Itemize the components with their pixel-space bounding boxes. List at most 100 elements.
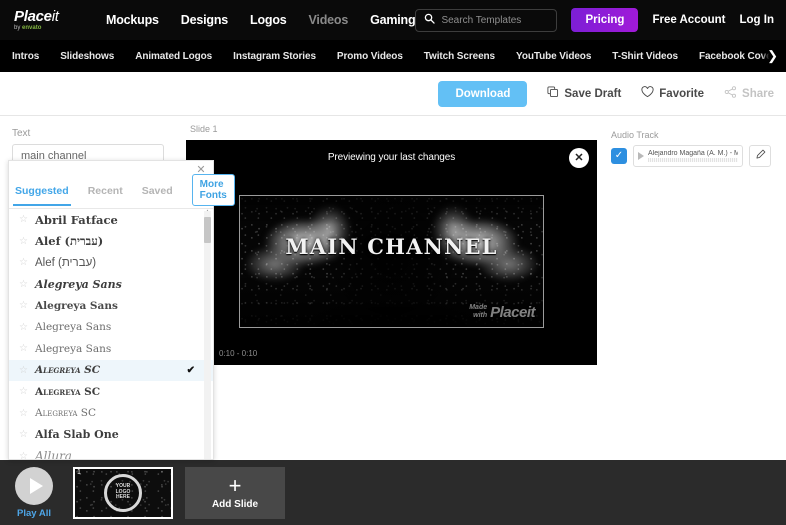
category-youtube-videos[interactable]: YouTube Videos (516, 51, 591, 62)
font-list-item[interactable]: ☆Allura (9, 446, 213, 460)
text-field-label: Text (12, 128, 186, 139)
share-button[interactable]: Share (724, 86, 774, 101)
share-label: Share (742, 88, 774, 100)
font-name-label: Alegreya Sans (35, 321, 111, 333)
audio-waveform (648, 158, 738, 162)
star-outline-icon[interactable]: ☆ (19, 451, 35, 459)
font-name-label: Alegreya SC (35, 386, 100, 398)
font-name-label: Alegreya Sans (35, 278, 122, 291)
video-canvas[interactable]: MAIN CHANNEL Made with Placeit (239, 195, 544, 328)
nav-item-mockups[interactable]: Mockups (106, 13, 159, 27)
category-intros[interactable]: Intros (12, 51, 39, 62)
edit-audio-button[interactable] (749, 145, 771, 167)
star-outline-icon[interactable]: ☆ (19, 408, 35, 419)
slide-timeline: Play All 1 YOUR LOGO HERE + Add Slide (0, 460, 786, 525)
pricing-button[interactable]: Pricing (571, 8, 638, 32)
more-fonts-button[interactable]: More Fonts (192, 174, 235, 206)
editor-toolbar: Download Save Draft Favorite Share (0, 72, 786, 116)
play-icon[interactable] (638, 152, 644, 160)
video-headline: MAIN CHANNEL (240, 234, 543, 259)
audio-track-label: Audio Track (611, 130, 786, 140)
category-tshirt-videos[interactable]: T-Shirt Videos (612, 51, 678, 62)
add-slide-button[interactable]: + Add Slide (185, 467, 285, 519)
font-list-item[interactable]: ☆Alegreya Sans (9, 338, 213, 360)
logo-byline: by envato (14, 25, 88, 31)
font-name-label: Abril Fatface (35, 213, 118, 227)
close-icon[interactable]: ✕ (569, 148, 589, 168)
watermark-made: Made (469, 304, 487, 311)
font-name-label: Alef (עברית) (35, 257, 96, 269)
font-list-item[interactable]: ☆Alfa Slab One (9, 424, 213, 446)
star-outline-icon[interactable]: ☆ (19, 429, 35, 440)
play-all-button[interactable]: Play All (5, 467, 63, 519)
placeit-logo[interactable]: Placeit by envato (14, 9, 88, 31)
audio-track-meta: Alejandro Magaña (A. M.) - Min... (648, 150, 738, 162)
save-draft-button[interactable]: Save Draft (547, 86, 621, 101)
favorite-button[interactable]: Favorite (641, 86, 704, 101)
audio-enabled-checkbox[interactable]: ✓ (611, 148, 627, 164)
star-outline-icon[interactable]: ☆ (19, 257, 35, 268)
font-name-label: Alegreya SC (35, 364, 100, 376)
font-list-scrollbar-thumb[interactable] (204, 217, 211, 243)
thumb-logo-placeholder: YOUR LOGO HERE (104, 474, 142, 512)
nav-item-gaming[interactable]: Gaming (370, 13, 415, 27)
nav-item-logos[interactable]: Logos (250, 13, 287, 27)
nav-item-videos[interactable]: Videos (309, 13, 349, 27)
star-outline-icon[interactable]: ☆ (19, 386, 35, 397)
star-outline-icon[interactable]: ☆ (19, 214, 35, 225)
font-list-item[interactable]: ☆Alegreya Sans (9, 274, 213, 296)
slide-thumbnail-1[interactable]: 1 YOUR LOGO HERE (73, 467, 173, 519)
font-name-label: Allura (35, 449, 72, 459)
category-promo-videos[interactable]: Promo Videos (337, 51, 403, 62)
search-box[interactable] (415, 9, 557, 32)
font-list-scrollbar-track[interactable] (204, 211, 211, 459)
category-instagram-stories[interactable]: Instagram Stories (233, 51, 316, 62)
font-list-item[interactable]: ☆Alef (עברית) (9, 252, 213, 274)
category-nav: Intros Slideshows Animated Logos Instagr… (0, 40, 786, 72)
star-outline-icon[interactable]: ☆ (19, 322, 35, 333)
watermark-with: with (469, 312, 487, 319)
font-picker-panel: ✕ Suggested Recent Saved More Fonts ☆Abr… (8, 160, 214, 460)
primary-nav: Mockups Designs Logos Videos Gaming (106, 13, 415, 27)
thumb-text-line3: HERE (116, 495, 130, 501)
star-outline-icon[interactable]: ☆ (19, 279, 35, 290)
font-list-item[interactable]: ☆Alegreya SC (9, 381, 213, 403)
placeit-watermark: Made with Placeit (469, 304, 535, 321)
tab-recent[interactable]: Recent (88, 185, 123, 206)
font-list[interactable]: ☆Abril Fatface☆Alef (עברית)☆Alef (עברית)… (9, 209, 213, 459)
tab-saved[interactable]: Saved (142, 185, 173, 206)
font-list-item[interactable]: ☆Alegreya Sans (9, 317, 213, 339)
header-actions: Pricing Free Account Log In (415, 8, 774, 32)
check-icon: ✔ (187, 365, 195, 376)
slide-number: 1 (77, 469, 81, 476)
category-twitch-screens[interactable]: Twitch Screens (424, 51, 495, 62)
audio-panel: Audio Track ✓ Alejandro Magaña (A. M.) -… (597, 116, 786, 465)
star-outline-icon[interactable]: ☆ (19, 300, 35, 311)
font-list-item[interactable]: ☆Alef (עברית) (9, 231, 213, 253)
plus-icon: + (229, 476, 242, 496)
nav-item-designs[interactable]: Designs (181, 13, 228, 27)
font-name-label: Alegreya SC (35, 407, 96, 419)
category-animated-logos[interactable]: Animated Logos (135, 51, 212, 62)
free-account-link[interactable]: Free Account (652, 14, 725, 26)
font-list-item[interactable]: ☆Alegreya Sans (9, 295, 213, 317)
star-outline-icon[interactable]: ☆ (19, 365, 35, 376)
download-button[interactable]: Download (438, 81, 527, 107)
font-picker-tabs: Suggested Recent Saved More Fonts (9, 175, 213, 209)
font-list-item[interactable]: ☆Abril Fatface (9, 209, 213, 231)
play-icon (15, 467, 53, 505)
audio-track-item[interactable]: Alejandro Magaña (A. M.) - Min... (633, 145, 743, 167)
login-link[interactable]: Log In (740, 14, 775, 26)
search-input[interactable] (441, 15, 548, 26)
font-name-label: Alegreya Sans (35, 300, 118, 312)
share-icon (724, 86, 737, 101)
save-draft-label: Save Draft (564, 88, 621, 100)
tab-suggested[interactable]: Suggested (15, 185, 69, 206)
font-list-item[interactable]: ☆Alegreya SC (9, 403, 213, 425)
chevron-right-icon[interactable]: ❯ (761, 40, 782, 72)
font-name-label: Alef (עברית) (35, 234, 103, 248)
star-outline-icon[interactable]: ☆ (19, 236, 35, 247)
font-list-item[interactable]: ☆Alegreya SC ✔ (9, 360, 213, 382)
star-outline-icon[interactable]: ☆ (19, 343, 35, 354)
category-slideshows[interactable]: Slideshows (60, 51, 114, 62)
